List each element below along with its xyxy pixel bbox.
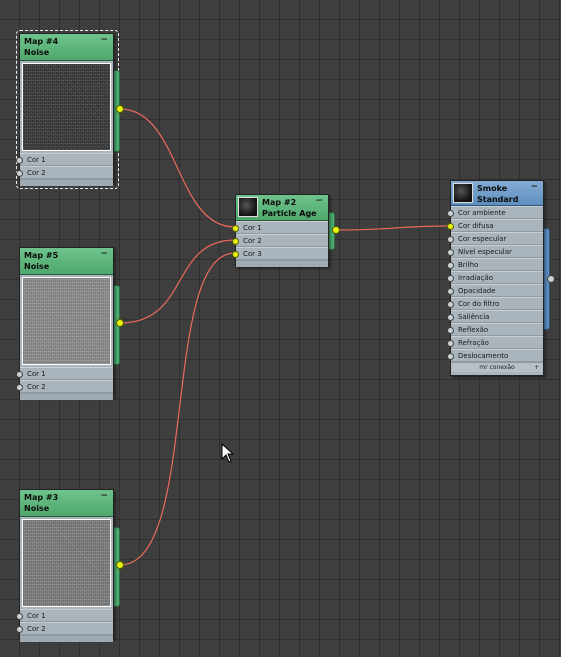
node-map3[interactable]: Map #3 Noise − Cor 1 Cor 2 <box>16 489 124 642</box>
input-socket-icon[interactable] <box>447 301 454 308</box>
input-slot-reflexao[interactable]: Reflexão <box>447 323 543 336</box>
input-slot-cor2[interactable]: Cor 2 <box>16 380 113 393</box>
input-socket-icon[interactable] <box>447 236 454 243</box>
node-header[interactable]: Map #3 Noise − <box>20 490 113 517</box>
map-preview <box>22 519 111 607</box>
input-socket-icon[interactable] <box>447 275 454 282</box>
node-header[interactable]: Map #2 Particle Age − <box>236 195 328 221</box>
node-type: Particle Age <box>262 209 317 218</box>
output-socket-icon[interactable] <box>116 561 124 569</box>
input-socket-icon[interactable] <box>16 384 23 391</box>
wire-map5-to-map2-cor2 <box>119 239 236 324</box>
node-header[interactable]: Map #5 Noise − <box>20 248 113 275</box>
input-socket-icon[interactable] <box>447 314 454 321</box>
node-map2[interactable]: Map #2 Particle Age − Cor 1 Cor 2 Cor 3 <box>232 194 340 267</box>
input-socket-icon[interactable] <box>16 626 23 633</box>
minimize-icon[interactable]: − <box>100 491 108 502</box>
node-header[interactable]: Smoke Standard − <box>451 181 543 206</box>
mr-connection-rollout[interactable]: mr conexão + <box>451 362 543 372</box>
node-type: Standard <box>477 195 519 204</box>
node-type: Noise <box>24 48 50 57</box>
node-map4[interactable]: Map #4 Noise − Cor 1 Cor 2 <box>16 33 124 186</box>
input-slot-opacidade[interactable]: Opacidade <box>447 284 543 297</box>
input-slot-cor1[interactable]: Cor 1 <box>16 609 113 622</box>
input-socket-icon[interactable] <box>232 251 239 258</box>
input-slot-nivel-especular[interactable]: Nível especular <box>447 245 543 258</box>
input-slot-cor2[interactable]: Cor 2 <box>232 234 328 247</box>
input-socket-icon[interactable] <box>447 288 454 295</box>
wire-map2-to-smoke-difusa <box>335 225 451 231</box>
input-slot-cor2[interactable]: Cor 2 <box>16 622 113 635</box>
input-socket-icon[interactable] <box>16 157 23 164</box>
map-preview <box>22 63 111 151</box>
output-socket-icon[interactable] <box>116 319 124 327</box>
material-thumbnail <box>453 183 473 203</box>
input-slot-cor2[interactable]: Cor 2 <box>16 166 113 179</box>
map-thumbnail <box>238 197 258 217</box>
node-smoke-material[interactable]: Smoke Standard − Cor ambiente Cor difusa… <box>447 180 555 376</box>
map-preview <box>22 277 111 365</box>
input-slot-cor3[interactable]: Cor 3 <box>232 247 328 260</box>
input-socket-icon[interactable] <box>232 238 239 245</box>
input-socket-icon[interactable] <box>447 340 454 347</box>
input-slot-cor1[interactable]: Cor 1 <box>16 153 113 166</box>
output-socket-icon[interactable] <box>116 105 124 113</box>
arrow-cursor-icon <box>221 443 235 463</box>
input-socket-icon[interactable] <box>16 613 23 620</box>
input-socket-icon[interactable] <box>16 170 23 177</box>
input-slot-cor-ambiente[interactable]: Cor ambiente <box>447 206 543 219</box>
input-socket-icon[interactable] <box>232 225 239 232</box>
minimize-icon[interactable]: − <box>100 249 108 260</box>
minimize-icon[interactable]: − <box>100 35 108 46</box>
wire-map4-to-map2-cor1 <box>119 108 236 228</box>
wire-map3-to-map2-cor3 <box>119 252 236 566</box>
input-socket-icon[interactable] <box>16 371 23 378</box>
input-slot-cor1[interactable]: Cor 1 <box>232 221 328 234</box>
input-slot-refracao[interactable]: Refração <box>447 336 543 349</box>
input-socket-icon[interactable] <box>447 353 454 360</box>
input-socket-icon[interactable] <box>447 327 454 334</box>
input-slot-cor-especular[interactable]: Cor especular <box>447 232 543 245</box>
input-slot-irradiacao[interactable]: Irradiação <box>447 271 543 284</box>
output-socket-icon[interactable] <box>332 226 340 234</box>
minimize-icon[interactable]: − <box>530 182 538 193</box>
output-socket-icon[interactable] <box>547 275 555 283</box>
input-slot-brilho[interactable]: Brilho <box>447 258 543 271</box>
minimize-icon[interactable]: − <box>315 196 323 207</box>
input-slot-cor-difusa[interactable]: Cor difusa <box>447 219 543 232</box>
node-map5[interactable]: Map #5 Noise − Cor 1 Cor 2 <box>16 247 124 400</box>
input-socket-icon[interactable] <box>447 210 454 217</box>
node-header[interactable]: Map #4 Noise − <box>20 34 113 61</box>
node-title: Map #3 <box>24 493 59 502</box>
node-type: Noise <box>24 262 50 271</box>
input-slot-cor1[interactable]: Cor 1 <box>16 367 113 380</box>
input-socket-icon[interactable] <box>447 262 454 269</box>
input-slot-cor-do-filtro[interactable]: Cor do filtro <box>447 297 543 310</box>
node-type: Noise <box>24 504 50 513</box>
input-socket-icon[interactable] <box>447 223 454 230</box>
mr-connection-label: mr conexão <box>479 364 515 371</box>
input-socket-icon[interactable] <box>447 249 454 256</box>
node-title: Map #4 <box>24 37 59 46</box>
input-slot-deslocamento[interactable]: Deslocamento <box>447 349 543 362</box>
expand-arrow-icon[interactable]: + <box>534 363 539 372</box>
input-slot-saliencia[interactable]: Saliência <box>447 310 543 323</box>
node-title: Map #5 <box>24 251 59 260</box>
